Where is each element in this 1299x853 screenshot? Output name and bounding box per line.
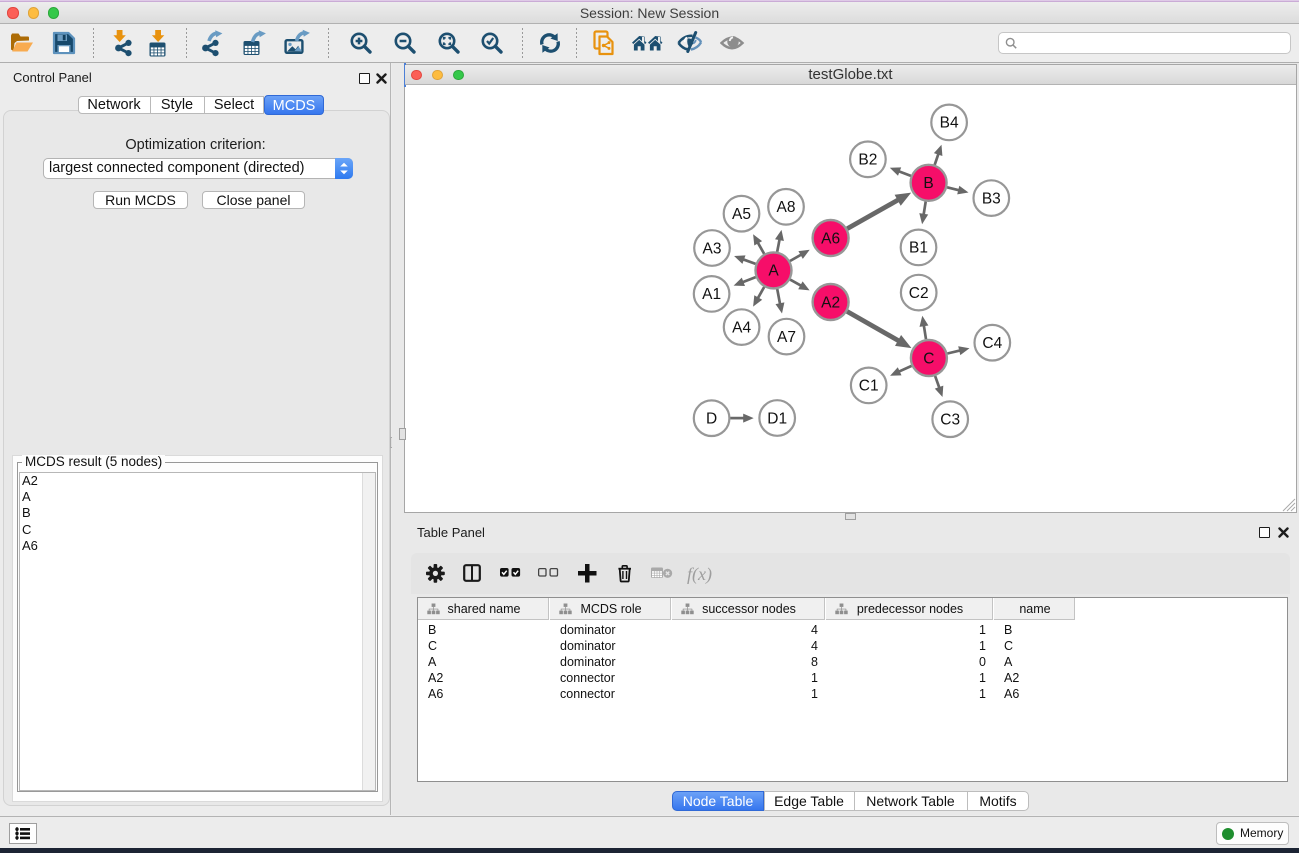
svg-text:A2: A2 [821, 294, 840, 311]
svg-text:B: B [923, 175, 933, 192]
svg-text:D: D [706, 411, 717, 428]
svg-text:A8: A8 [777, 199, 796, 216]
svg-text:A1: A1 [702, 286, 721, 303]
svg-text:C: C [923, 350, 934, 367]
svg-text:C3: C3 [940, 412, 960, 429]
svg-text:B1: B1 [909, 240, 928, 257]
svg-text:C4: C4 [982, 335, 1002, 352]
svg-text:C1: C1 [859, 378, 879, 395]
svg-text:D1: D1 [767, 410, 787, 427]
svg-text:A3: A3 [703, 240, 722, 257]
svg-text:A4: A4 [732, 319, 751, 336]
svg-text:B4: B4 [940, 115, 959, 132]
svg-text:A5: A5 [732, 206, 751, 223]
svg-text:A: A [768, 263, 779, 280]
svg-text:A7: A7 [777, 329, 796, 346]
svg-text:B3: B3 [982, 190, 1001, 207]
svg-text:A6: A6 [821, 230, 840, 247]
svg-text:C2: C2 [909, 285, 929, 302]
svg-text:B2: B2 [858, 152, 877, 169]
